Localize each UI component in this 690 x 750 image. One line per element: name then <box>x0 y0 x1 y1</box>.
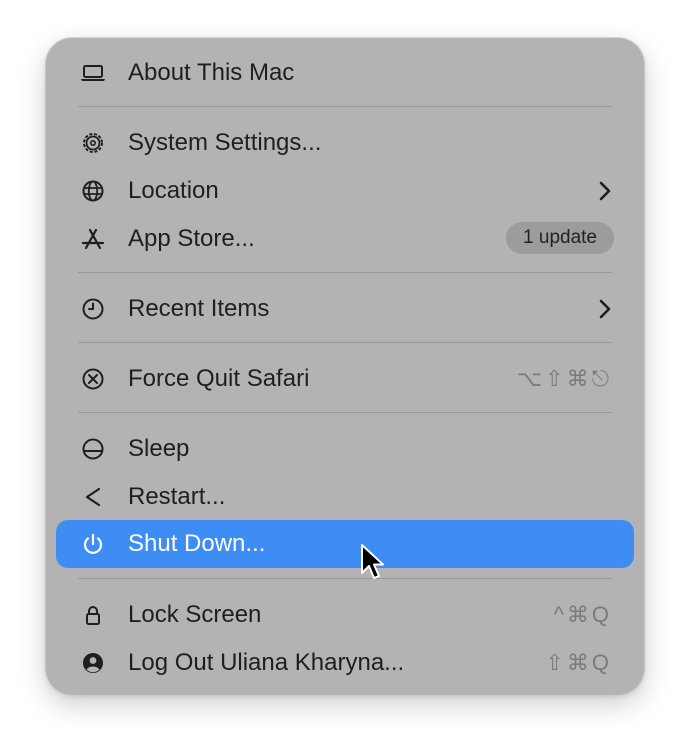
menu-item-label: System Settings... <box>128 129 322 156</box>
menu-separator <box>78 412 612 413</box>
user-icon <box>80 650 106 676</box>
menu-separator <box>78 272 612 273</box>
lock-icon <box>80 602 106 628</box>
menu-item-system-settings[interactable]: System Settings... <box>56 119 634 167</box>
power-icon <box>80 531 106 557</box>
restart-icon <box>80 484 106 510</box>
menu-item-label: Restart... <box>128 483 226 510</box>
force-quit-icon <box>80 366 106 392</box>
apple-menu: About This Mac System Settings... Locati… <box>46 38 644 694</box>
menu-item-force-quit[interactable]: Force Quit Safari ⌥⇧⌘⎋ <box>56 355 634 403</box>
menu-item-about-this-mac[interactable]: About This Mac <box>56 49 634 97</box>
keyboard-shortcut: ⇧⌘Q <box>545 650 612 675</box>
menu-item-label: Lock Screen <box>128 601 262 628</box>
menu-item-location[interactable]: Location <box>56 167 634 215</box>
gear-icon <box>80 130 106 156</box>
menu-item-app-store[interactable]: App Store... 1 update <box>56 215 634 263</box>
menu-item-label: Shut Down... <box>128 530 266 557</box>
menu-item-log-out[interactable]: Log Out Uliana Kharyna... ⇧⌘Q <box>56 639 634 687</box>
menu-item-label: App Store... <box>128 225 255 252</box>
menu-item-label: About This Mac <box>128 59 295 86</box>
menu-separator <box>78 106 612 107</box>
menu-item-label: Log Out Uliana Kharyna... <box>128 649 405 676</box>
chevron-right-icon <box>599 181 611 201</box>
menu-item-label: Recent Items <box>128 295 270 322</box>
menu-item-label: Sleep <box>128 435 190 462</box>
stage: About This Mac System Settings... Locati… <box>0 0 690 750</box>
update-count-badge: 1 update <box>506 222 614 254</box>
chevron-right-icon <box>599 299 611 319</box>
globe-icon <box>80 178 106 204</box>
menu-item-shut-down[interactable]: Shut Down... <box>56 520 634 568</box>
menu-separator <box>78 342 612 343</box>
app-store-icon <box>80 226 106 252</box>
menu-separator <box>78 578 612 579</box>
menu-item-lock-screen[interactable]: Lock Screen ^⌘Q <box>56 591 634 639</box>
menu-item-sleep[interactable]: Sleep <box>56 425 634 473</box>
menu-item-recent-items[interactable]: Recent Items <box>56 285 634 333</box>
sleep-icon <box>80 436 106 462</box>
keyboard-shortcut: ^⌘Q <box>553 602 612 627</box>
laptop-icon <box>80 60 106 86</box>
menu-item-restart[interactable]: Restart... <box>56 473 634 521</box>
keyboard-shortcut: ⌥⇧⌘⎋ <box>516 366 612 391</box>
menu-item-label: Location <box>128 177 219 204</box>
menu-item-label: Force Quit Safari <box>128 365 310 392</box>
mouse-cursor-icon <box>361 544 384 579</box>
clock-icon <box>80 296 106 322</box>
